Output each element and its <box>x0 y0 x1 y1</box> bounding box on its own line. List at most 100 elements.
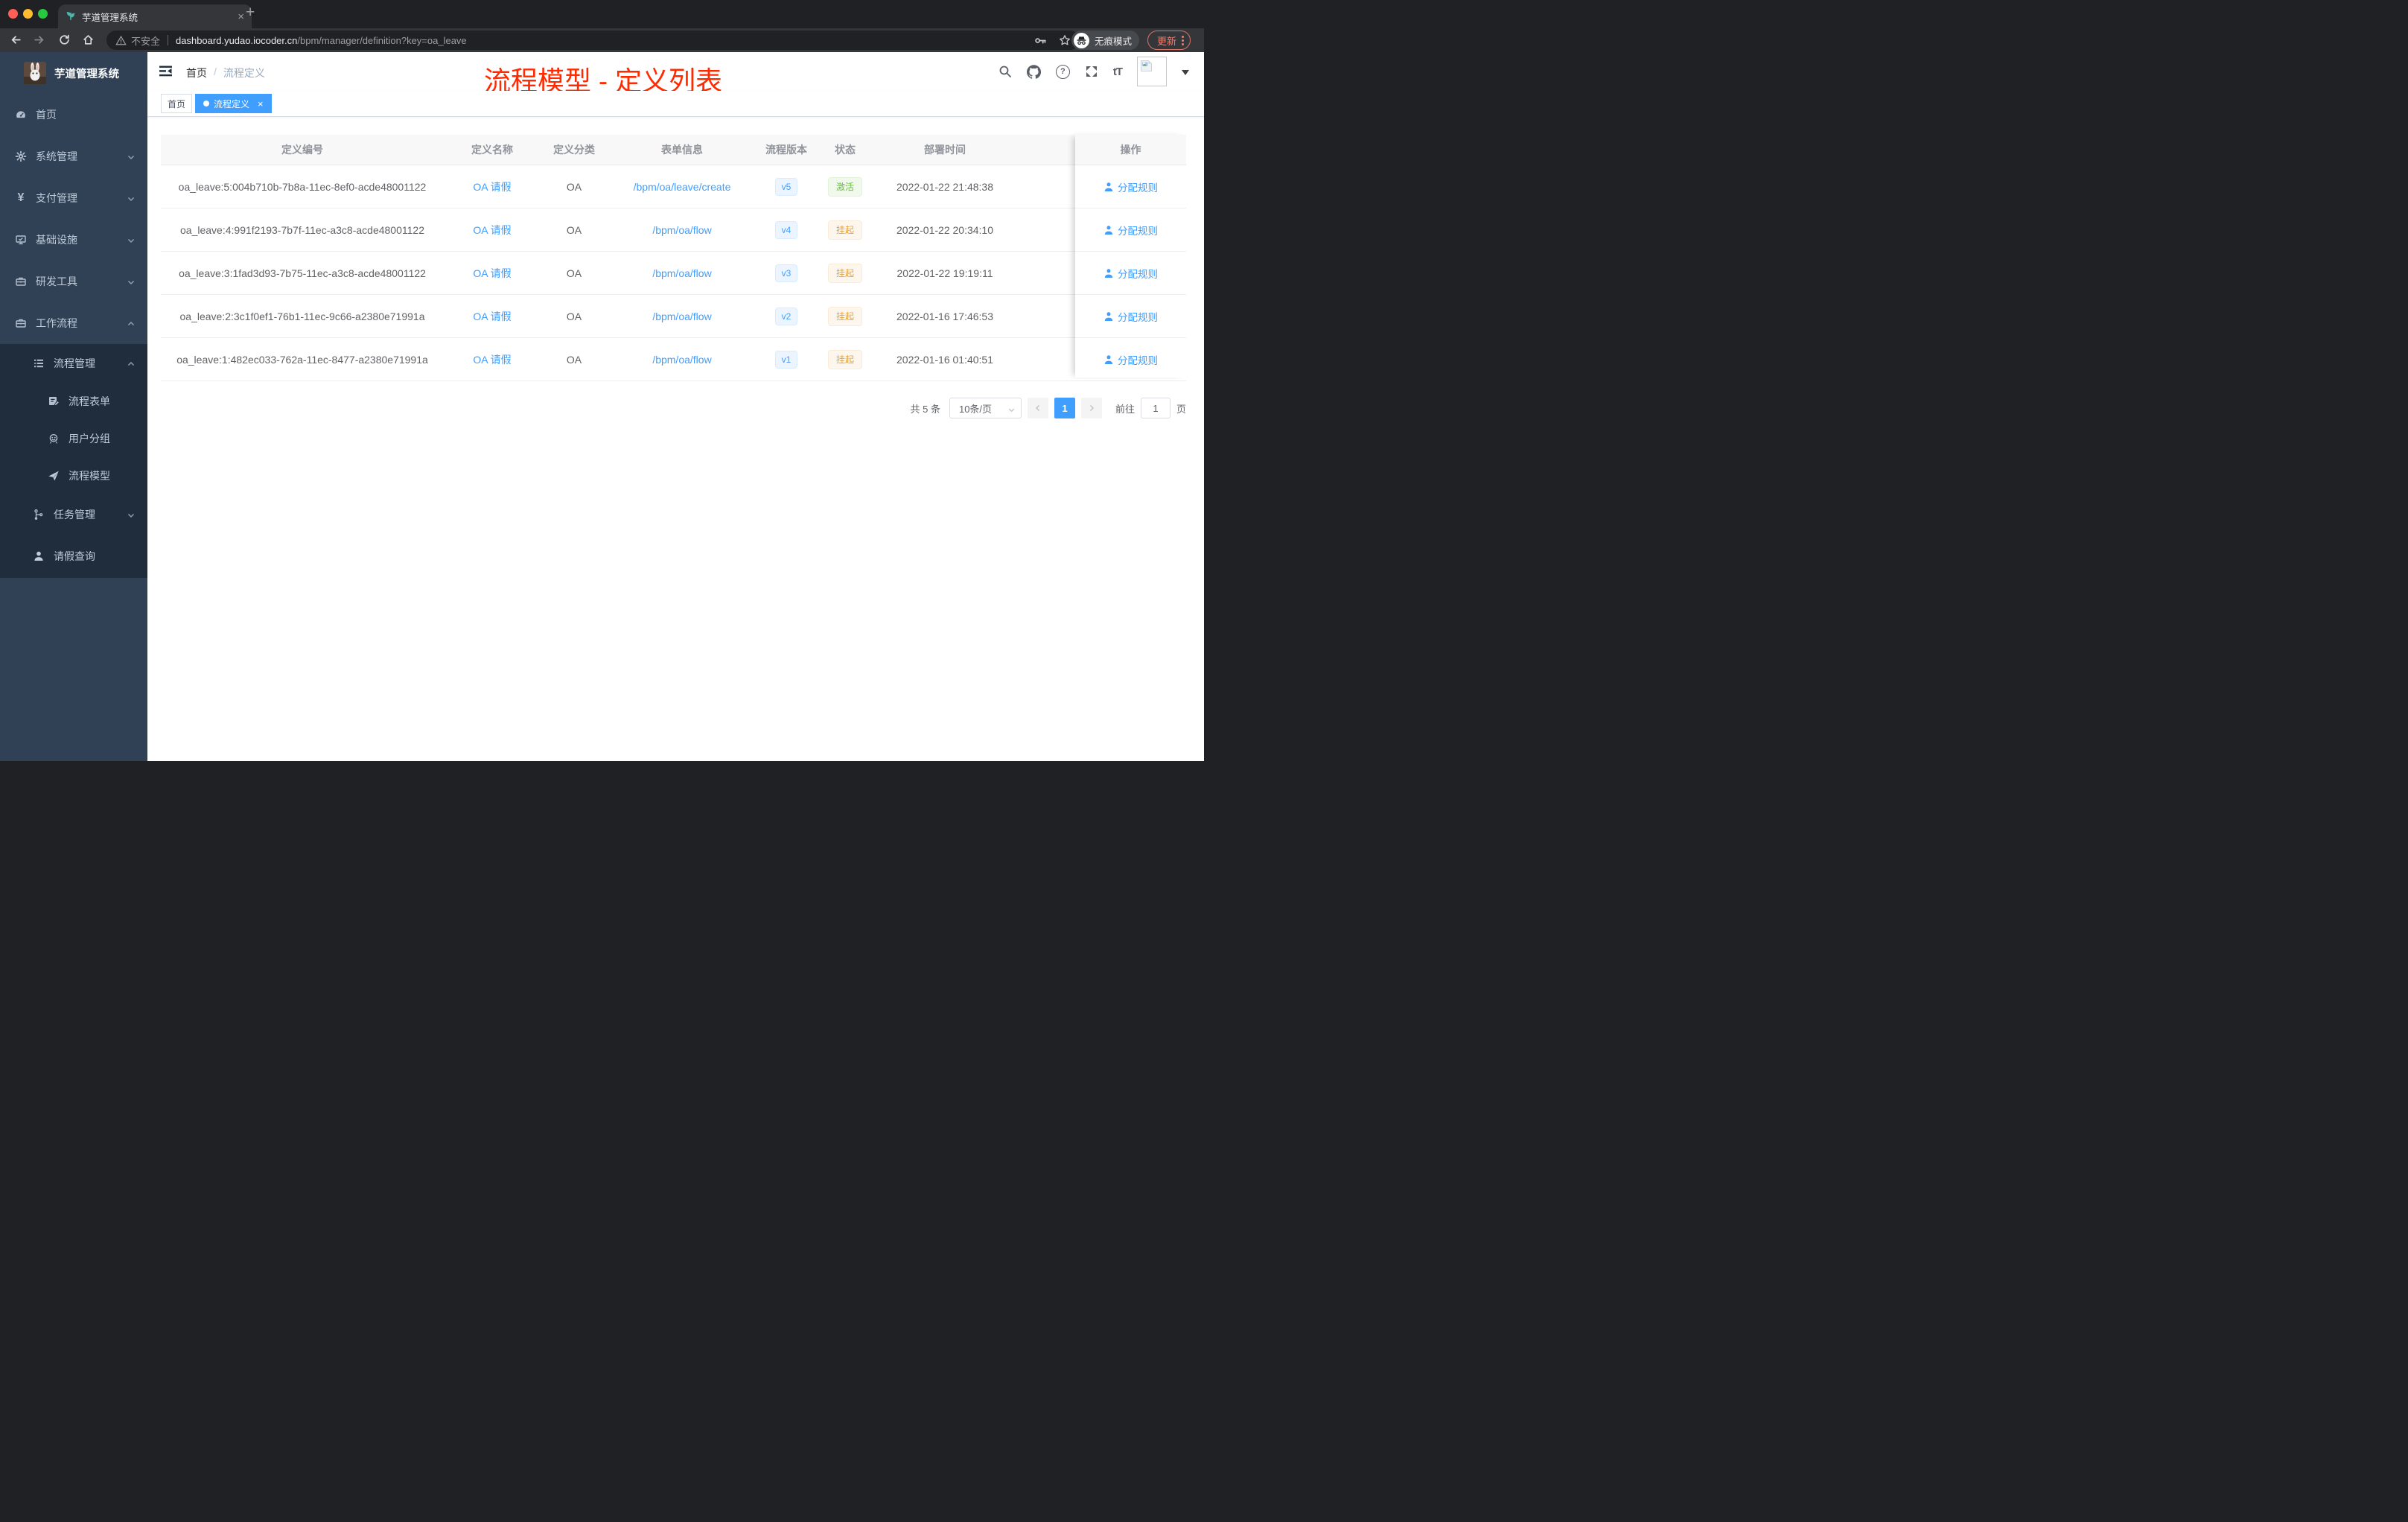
pagination-page-1[interactable]: 1 <box>1054 398 1075 418</box>
new-tab-button[interactable]: + <box>246 4 255 22</box>
definition-name-link[interactable]: OA 请假 <box>473 352 511 367</box>
tag-label: 流程定义 <box>214 98 250 109</box>
cell-definition-id: oa_leave:2:3c1f0ef1-76b1-11ec-9c66-a2380… <box>179 310 425 322</box>
avatar-dropdown-caret-icon[interactable] <box>1182 70 1189 79</box>
hamburger-collapse-icon[interactable] <box>159 65 173 81</box>
sidebar-item-workflow[interactable]: 工作流程 <box>0 302 147 344</box>
sidebar-item-payment[interactable]: ¥ 支付管理 <box>0 177 147 219</box>
browser-window: 芋道管理系统 × + 不安全 dashboard.yudao.iocoder.c… <box>0 0 1204 761</box>
table-row: oa_leave:5:004b710b-7b8a-11ec-8ef0-acde4… <box>161 165 1186 208</box>
page-size-value: 10条/页 <box>958 403 993 415</box>
address-bar[interactable]: 不安全 dashboard.yudao.iocoder.cn/bpm/manag… <box>106 31 1080 50</box>
breadcrumb-home[interactable]: 首页 <box>186 66 207 80</box>
app-header: 首页 / 流程定义 流程模型 - 定义列表 ? tT <box>147 52 1204 96</box>
header-action-icons: ? tT <box>998 52 1189 91</box>
user-blue-icon <box>1104 268 1113 278</box>
definition-name-link[interactable]: OA 请假 <box>473 223 511 238</box>
tag-process-definition[interactable]: 流程定义 × <box>195 94 272 113</box>
chevron-up-icon <box>127 359 136 371</box>
table-header-row: 定义编号 定义名称 定义分类 表单信息 流程版本 状态 部署时间 操作 <box>161 135 1186 165</box>
tags-view-bar: 首页 流程定义 × <box>147 91 1204 117</box>
pagination-prev-button[interactable] <box>1027 398 1048 418</box>
user-blue-icon <box>1104 225 1113 235</box>
form-info-link[interactable]: /bpm/oa/leave/create <box>634 181 731 193</box>
sidebar-item-label: 首页 <box>36 109 57 121</box>
user-blue-icon <box>1104 354 1113 364</box>
user-blue-icon <box>1104 182 1113 191</box>
password-key-icon[interactable] <box>1034 34 1047 47</box>
form-info-link[interactable]: /bpm/oa/flow <box>652 311 711 322</box>
dashboard-icon <box>15 109 27 121</box>
fullscreen-icon[interactable] <box>1085 65 1098 78</box>
help-icon[interactable]: ? <box>1055 64 1070 79</box>
pagination-goto-input[interactable] <box>1140 398 1170 418</box>
cell-category: OA <box>566 180 582 193</box>
chevron-down-icon <box>127 235 136 247</box>
sidebar-item-label: 支付管理 <box>36 192 77 204</box>
sidebar-logo-row[interactable]: 芋道管理系统 <box>0 52 147 94</box>
sidebar-item-dev-tools[interactable]: 研发工具 <box>0 261 147 302</box>
cell-deploy-time: 2022-01-22 21:48:38 <box>896 180 993 193</box>
insecure-warning-icon <box>115 35 127 46</box>
avatar[interactable] <box>1137 57 1167 86</box>
cell-definition-id: oa_leave:4:991f2193-7b7f-11ec-a3c8-acde4… <box>180 223 424 236</box>
assign-rule-link[interactable]: 分配规则 <box>1103 352 1158 367</box>
status-badge: 激活 <box>827 176 862 197</box>
forward-icon[interactable] <box>33 34 45 50</box>
cell-deploy-time: 2022-01-16 01:40:51 <box>896 353 993 366</box>
github-icon[interactable] <box>1026 64 1041 79</box>
window-zoom-button[interactable] <box>38 9 48 19</box>
sidebar-item-process-management[interactable]: 流程管理 <box>0 344 147 383</box>
back-icon[interactable] <box>10 34 22 50</box>
sidebar-item-process-model[interactable]: 流程模型 <box>0 457 147 494</box>
assign-rule-link[interactable]: 分配规则 <box>1103 309 1158 324</box>
version-badge: v4 <box>774 220 798 239</box>
sidebar-item-user-group[interactable]: 用户分组 <box>0 420 147 457</box>
tab-close-icon[interactable]: × <box>238 11 244 22</box>
browser-menu-icon[interactable] <box>1182 35 1185 45</box>
window-minimize-button[interactable] <box>23 9 33 19</box>
assign-rule-link[interactable]: 分配规则 <box>1103 179 1158 194</box>
browser-tab[interactable]: 芋道管理系统 × <box>58 4 252 28</box>
definition-name-link[interactable]: OA 请假 <box>473 309 511 324</box>
sidebar-item-process-form[interactable]: 流程表单 <box>0 383 147 420</box>
form-info-link[interactable]: /bpm/oa/flow <box>652 224 711 236</box>
definition-name-link[interactable]: OA 请假 <box>473 266 511 281</box>
tag-home[interactable]: 首页 <box>161 94 193 113</box>
column-header-definition-name: 定义名称 <box>471 144 513 156</box>
page-size-select[interactable]: 10条/页 <box>949 398 1022 418</box>
pagination-next-button[interactable] <box>1080 398 1102 418</box>
reload-icon[interactable] <box>58 34 71 50</box>
sidebar-item-label: 用户分组 <box>69 433 110 445</box>
sidebar-item-task-management[interactable]: 任务管理 <box>0 494 147 535</box>
search-icon[interactable] <box>998 65 1012 78</box>
status-badge: 挂起 <box>827 220 862 240</box>
breadcrumb-separator: / <box>214 66 217 77</box>
form-info-link[interactable]: /bpm/oa/flow <box>652 354 711 366</box>
sidebar-item-leave-query[interactable]: 请假查询 <box>0 535 147 578</box>
sidebar-item-label: 研发工具 <box>36 276 77 287</box>
definition-name-link[interactable]: OA 请假 <box>473 179 511 194</box>
font-size-icon[interactable]: tT <box>1113 66 1123 78</box>
gear-icon <box>15 150 27 162</box>
assign-rule-link[interactable]: 分配规则 <box>1103 266 1158 281</box>
sidebar-item-infrastructure[interactable]: 基础设施 <box>0 219 147 261</box>
window-close-button[interactable] <box>8 9 18 19</box>
form-info-link[interactable]: /bpm/oa/flow <box>652 267 711 279</box>
url-domain: dashboard.yudao.iocoder.cn <box>176 34 298 46</box>
assign-rule-link[interactable]: 分配规则 <box>1103 223 1158 238</box>
monitor-icon <box>15 234 27 246</box>
chevron-down-icon <box>127 152 136 164</box>
incognito-label: 无痕模式 <box>1095 36 1133 47</box>
insecure-label: 不安全 <box>131 35 161 47</box>
app-logo-avatar <box>24 62 46 84</box>
sidebar-item-system[interactable]: 系统管理 <box>0 136 147 177</box>
update-browser-button[interactable]: 更新 <box>1147 31 1191 50</box>
home-icon[interactable] <box>82 34 95 50</box>
tag-close-icon[interactable]: × <box>258 99 264 109</box>
sidebar-item-home[interactable]: 首页 <box>0 94 147 136</box>
bookmark-star-icon[interactable] <box>1059 34 1071 46</box>
yen-icon: ¥ <box>17 191 25 204</box>
tag-label: 首页 <box>168 98 186 109</box>
version-badge: v2 <box>774 307 798 325</box>
